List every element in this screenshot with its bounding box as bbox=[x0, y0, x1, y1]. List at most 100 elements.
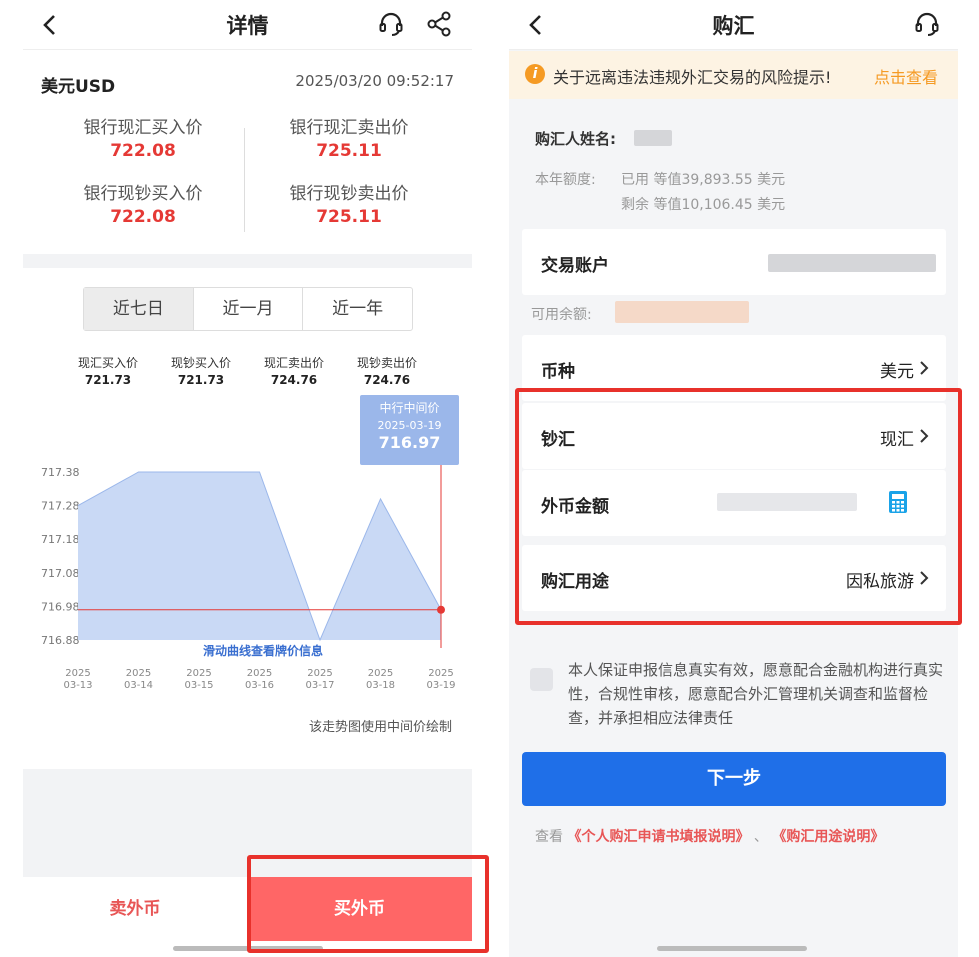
x-tick-date: 03-15 bbox=[184, 680, 213, 691]
amount-input[interactable] bbox=[717, 493, 857, 511]
detail-screen: 详情 美元USD 2025/03/20 09:52:17 银行现汇买入价 722… bbox=[23, 0, 472, 957]
y-tick-label: 717.18 bbox=[41, 533, 80, 546]
x-tick-date: 03-19 bbox=[426, 680, 455, 691]
row-label: 交易账户 bbox=[541, 256, 609, 276]
period-tab-7d[interactable]: 近七日 bbox=[84, 288, 194, 330]
view-warning-link[interactable]: 点击查看 bbox=[874, 64, 938, 88]
chart-hint: 滑动曲线查看牌价信息 bbox=[203, 643, 323, 658]
summary-item: 现钞卖出价 724.76 bbox=[342, 354, 432, 387]
quota-remaining: 剩余 等值10,106.45 美元 bbox=[621, 197, 786, 213]
blank-area bbox=[23, 769, 472, 877]
rate-label: 银行现钞买入价 bbox=[83, 184, 203, 204]
x-tick-year: 2025 bbox=[368, 668, 393, 679]
rate-value: 722.08 bbox=[110, 207, 176, 227]
buyer-name-label: 购汇人姓名: bbox=[535, 130, 616, 148]
chart-tooltip: 中行中间价 2025-03-19 716.97 bbox=[360, 395, 459, 465]
y-tick-label: 717.38 bbox=[41, 466, 80, 479]
tooltip-value: 716.97 bbox=[378, 433, 441, 452]
x-tick-date: 03-16 bbox=[245, 680, 274, 691]
redacted-balance bbox=[615, 301, 749, 323]
chevron-right-icon bbox=[920, 429, 929, 443]
tooltip-date: 2025-03-19 bbox=[377, 419, 442, 432]
cash-remit-row[interactable]: 钞汇 现汇 bbox=[522, 403, 946, 469]
summary-label: 现汇买入价 bbox=[77, 356, 138, 370]
detail-nav-bar: 详情 bbox=[23, 0, 472, 50]
sell-foreign-currency-button[interactable]: 卖外币 bbox=[23, 877, 247, 941]
x-tick-date: 03-14 bbox=[124, 680, 153, 691]
chevron-right-icon bbox=[920, 361, 929, 375]
rate-divider bbox=[244, 128, 245, 232]
x-tick-year: 2025 bbox=[186, 668, 211, 679]
purpose-instructions-link[interactable]: 《购汇用途说明》 bbox=[772, 829, 884, 845]
row-label: 币种 bbox=[541, 362, 575, 382]
y-tick-label: 717.08 bbox=[41, 567, 80, 580]
purchase-nav-bar: 购汇 bbox=[509, 0, 958, 50]
buy-foreign-currency-button[interactable]: 买外币 bbox=[247, 877, 472, 941]
quota-used: 已用 等值39,893.55 美元 bbox=[621, 172, 786, 188]
y-tick-label: 716.98 bbox=[41, 600, 80, 613]
bottom-action-bar: 卖外币 买外币 bbox=[23, 877, 472, 941]
available-balance-label: 可用余额: bbox=[531, 307, 592, 323]
home-indicator bbox=[657, 946, 807, 951]
x-tick-year: 2025 bbox=[126, 668, 151, 679]
next-step-button[interactable]: 下一步 bbox=[522, 752, 946, 806]
x-tick-year: 2025 bbox=[247, 668, 272, 679]
info-icon: i bbox=[525, 64, 545, 84]
calculator-icon[interactable] bbox=[888, 490, 908, 514]
row-label: 钞汇 bbox=[541, 430, 575, 450]
declaration-text: 本人保证申报信息真实有效，愿意配合金融机构进行真实性，合规性审核，愿意配合外汇管… bbox=[568, 661, 944, 727]
summary-label: 现钞买入价 bbox=[170, 356, 231, 370]
row-label: 外币金额 bbox=[541, 497, 609, 517]
help-links: 查看 《个人购汇申请书填报说明》 、 《购汇用途说明》 bbox=[535, 826, 884, 846]
summary-value: 721.73 bbox=[84, 373, 132, 387]
redacted-account bbox=[768, 254, 936, 272]
period-tab-1m[interactable]: 近一月 bbox=[194, 288, 304, 330]
tooltip-title: 中行中间价 bbox=[379, 401, 440, 415]
summary-item: 现汇买入价 721.73 bbox=[63, 354, 153, 387]
share-icon[interactable] bbox=[425, 10, 453, 38]
x-tick-date: 03-13 bbox=[63, 680, 92, 691]
redacted-name bbox=[634, 130, 672, 146]
foreign-amount-row[interactable]: 外币金额 bbox=[522, 470, 946, 536]
x-tick-year: 2025 bbox=[307, 668, 332, 679]
summary-item: 现钞买入价 721.73 bbox=[156, 354, 246, 387]
rate-label: 银行现汇买入价 bbox=[83, 118, 203, 138]
currency-name: 美元USD bbox=[41, 77, 116, 97]
rate-label: 银行现汇卖出价 bbox=[289, 118, 409, 138]
section-divider bbox=[23, 254, 472, 268]
declaration-checkbox[interactable] bbox=[530, 668, 553, 691]
x-tick-year: 2025 bbox=[428, 668, 453, 679]
headset-icon[interactable] bbox=[377, 10, 405, 38]
summary-label: 现汇卖出价 bbox=[263, 356, 324, 370]
summary-value: 724.76 bbox=[270, 373, 318, 387]
rate-value: 725.11 bbox=[316, 141, 382, 161]
warning-text: 关于远离违法违规外汇交易的风险提示! bbox=[553, 68, 832, 87]
quote-time: 2025/03/20 09:52:17 bbox=[295, 72, 454, 90]
purchase-purpose-row[interactable]: 购汇用途 因私旅游 bbox=[522, 545, 946, 611]
trading-account-row[interactable]: 交易账户 bbox=[522, 229, 946, 295]
period-tab-1y[interactable]: 近一年 bbox=[303, 288, 412, 330]
y-tick-label: 717.28 bbox=[41, 500, 80, 513]
currency-row[interactable]: 币种 美元 bbox=[522, 335, 946, 401]
see-prefix: 查看 bbox=[535, 829, 563, 845]
purchase-screen: 购汇 i 关于远离违法违规外汇交易的风险提示! 点击查看 购汇人姓名: 本年额度… bbox=[509, 0, 958, 957]
rate-trend-chart[interactable]: 717.38 717.28 717.18 717.08 716.98 716.88 滑动曲线… bbox=[23, 460, 472, 700]
headset-icon[interactable] bbox=[913, 10, 941, 38]
purpose-value: 因私旅游 bbox=[846, 572, 914, 592]
summary-value: 724.76 bbox=[363, 373, 411, 387]
summary-value: 721.73 bbox=[177, 373, 225, 387]
chevron-right-icon bbox=[920, 571, 929, 585]
chart-note: 该走势图使用中间价绘制 bbox=[308, 720, 452, 735]
page-title: 购汇 bbox=[712, 14, 755, 38]
x-tick-date: 03-18 bbox=[366, 680, 395, 691]
link-separator: 、 bbox=[753, 829, 768, 845]
rate-label: 银行现钞卖出价 bbox=[289, 184, 409, 204]
period-selector: 近七日 近一月 近一年 bbox=[83, 287, 413, 331]
x-tick-date: 03-17 bbox=[305, 680, 334, 691]
application-instructions-link[interactable]: 《个人购汇申请书填报说明》 bbox=[567, 829, 749, 845]
rate-value: 725.11 bbox=[316, 207, 382, 227]
row-label: 购汇用途 bbox=[541, 572, 609, 592]
selected-point bbox=[437, 605, 445, 614]
home-indicator bbox=[173, 946, 323, 951]
series-area bbox=[78, 472, 441, 640]
